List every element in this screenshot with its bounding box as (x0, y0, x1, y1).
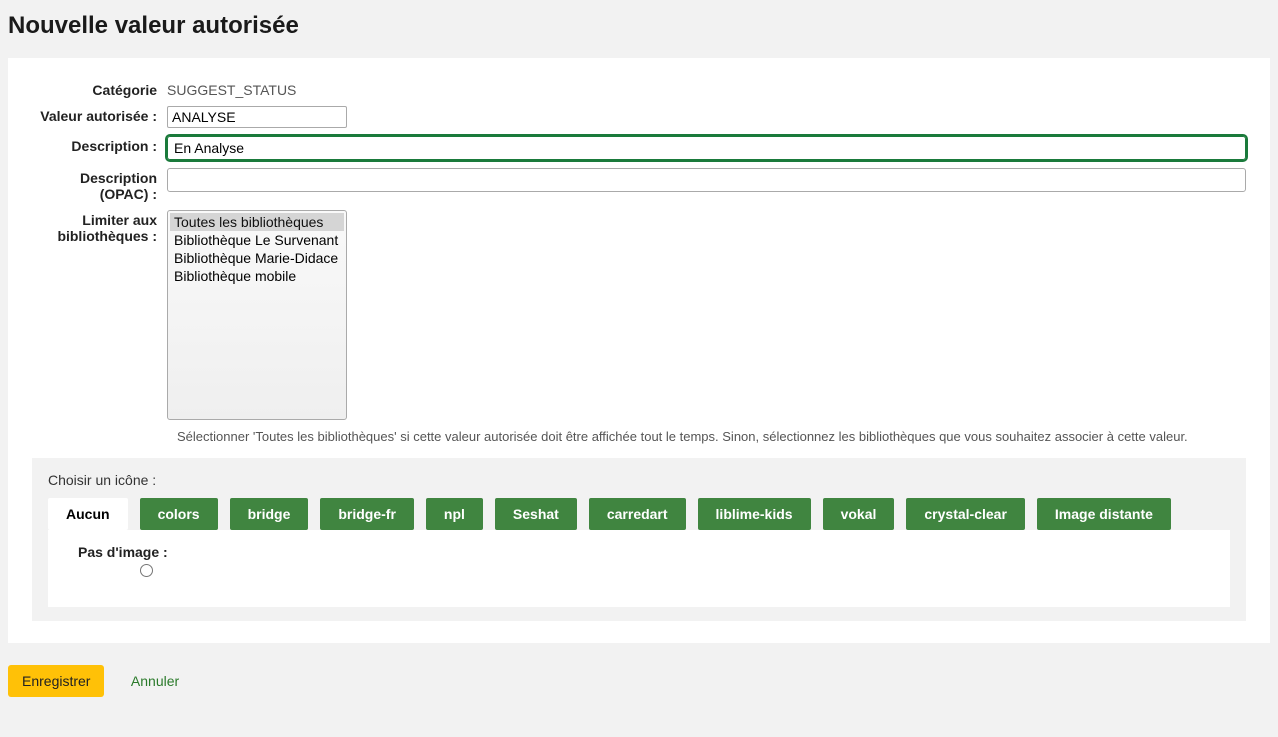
description-input[interactable] (167, 136, 1246, 160)
icon-tab-crystal-clear[interactable]: crystal-clear (906, 498, 1025, 530)
description-label: Description : (32, 136, 167, 154)
icon-tab-seshat[interactable]: Seshat (495, 498, 577, 530)
form-actions: Enregistrer Annuler (8, 655, 1270, 717)
description-opac-label: Description (OPAC) : (32, 168, 167, 202)
library-option[interactable]: Bibliothèque Marie-Didace (170, 249, 344, 267)
category-label: Catégorie (32, 80, 167, 98)
icon-section: Choisir un icône : Aucun colors bridge brid… (32, 458, 1246, 621)
category-value: SUGGEST_STATUS (167, 80, 1246, 98)
icon-tab-bridge-fr[interactable]: bridge-fr (320, 498, 414, 530)
icon-tab-npl[interactable]: npl (426, 498, 483, 530)
noimage-label: Pas d'image : (78, 544, 168, 560)
authval-input[interactable] (167, 106, 347, 128)
library-option[interactable]: Bibliothèque Le Survenant (170, 231, 344, 249)
save-button[interactable]: Enregistrer (8, 665, 104, 697)
noimage-radio[interactable] (140, 564, 153, 577)
icon-tab-aucun[interactable]: Aucun (48, 498, 128, 530)
form-card: Catégorie SUGGEST_STATUS Valeur autorisé… (8, 58, 1270, 643)
libs-help-text: Sélectionner 'Toutes les bibliothèques' … (177, 429, 1246, 444)
authval-label: Valeur autorisée : (32, 106, 167, 124)
libraries-select[interactable]: Toutes les bibliothèquesBibliothèque Le … (167, 210, 347, 420)
icon-tab-colors[interactable]: colors (140, 498, 218, 530)
library-option[interactable]: Toutes les bibliothèques (170, 213, 344, 231)
limit-libs-label: Limiter aux bibliothèques : (32, 210, 167, 244)
description-opac-input[interactable] (167, 168, 1246, 192)
tab-content-none: Pas d'image : (48, 530, 1230, 607)
library-option[interactable]: Bibliothèque mobile (170, 267, 344, 285)
cancel-button[interactable]: Annuler (125, 672, 185, 690)
page-title: Nouvelle valeur autorisée (8, 12, 1270, 40)
icon-tab-liblime-kids[interactable]: liblime-kids (698, 498, 811, 530)
icon-tab-image-distante[interactable]: Image distante (1037, 498, 1171, 530)
icon-tab-carredart[interactable]: carredart (589, 498, 686, 530)
icon-tabs: Aucun colors bridge bridge-fr npl Seshat carre… (48, 498, 1230, 530)
icon-tab-bridge[interactable]: bridge (230, 498, 309, 530)
icon-tab-vokal[interactable]: vokal (823, 498, 895, 530)
icon-fieldset-label: Choisir un icône : (48, 472, 1230, 488)
